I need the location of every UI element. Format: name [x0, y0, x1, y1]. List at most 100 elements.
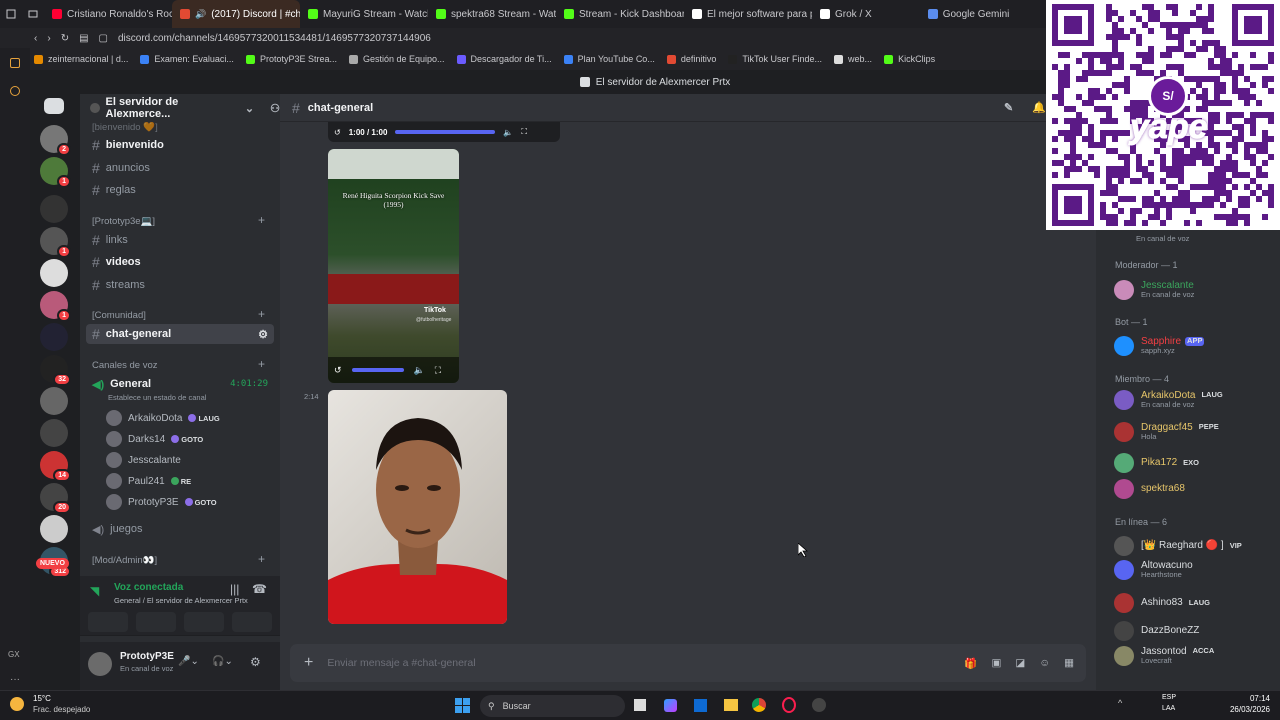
bookmark-item[interactable]: KickClips: [884, 54, 935, 64]
gear-icon[interactable]: ⚙: [258, 328, 268, 341]
server-icon[interactable]: [40, 195, 68, 223]
fullscreen-icon[interactable]: ⛶: [521, 127, 527, 137]
server-icon[interactable]: 1: [40, 291, 71, 322]
taskview-icon[interactable]: [634, 699, 646, 711]
taskbar-search[interactable]: ⚲ Buscar: [480, 695, 625, 717]
category-voice[interactable]: Canales de voz: [92, 360, 157, 371]
reading-icon[interactable]: ▤: [79, 33, 88, 44]
fullscreen-icon[interactable]: ⛶: [435, 365, 441, 376]
bookmark-item[interactable]: Examen: Evaluaci...: [140, 54, 234, 64]
image-attachment[interactable]: [328, 390, 507, 624]
forward-icon[interactable]: ›: [47, 33, 50, 44]
add-channel-icon[interactable]: +: [258, 213, 265, 227]
voice-channel-general[interactable]: ◀) General 4:01:29: [86, 374, 274, 394]
gx-icon[interactable]: GX: [8, 650, 20, 659]
channel-videos[interactable]: # videos: [86, 252, 274, 272]
new-badge[interactable]: NUEVO: [36, 558, 69, 569]
browser-tab[interactable]: Grok / X: [812, 0, 880, 28]
server-icon[interactable]: 2: [40, 125, 71, 156]
bookmark-item[interactable]: Gestión de Equipo...: [348, 54, 445, 64]
browser-tab[interactable]: Stream - Kick Dashboard: [556, 0, 684, 28]
category-prototype[interactable]: [Prototyp3e💻]: [92, 216, 155, 227]
opera-gx-icon[interactable]: [782, 697, 796, 713]
member-item[interactable]: DazzBoneZZ: [1114, 619, 1274, 643]
chevron-up-icon[interactable]: ^: [1118, 698, 1122, 708]
browser-tab[interactable]: Cristiano Ronaldo's Rocke: [44, 0, 172, 28]
server-icon[interactable]: [40, 515, 68, 543]
chrome-icon[interactable]: [752, 698, 766, 712]
add-channel-icon[interactable]: +: [258, 357, 265, 371]
add-channel-icon[interactable]: +: [258, 307, 265, 321]
tab-groups-icon[interactable]: [22, 0, 44, 28]
voice-user[interactable]: ArkaikoDota LAUG: [106, 410, 220, 426]
server-icon[interactable]: [40, 387, 68, 415]
noise-icon[interactable]: |||: [230, 582, 239, 596]
url-field[interactable]: discord.com/channels/1469577320011534481…: [118, 33, 431, 44]
bookmark-item[interactable]: web...: [834, 54, 872, 64]
speaker-icon[interactable]: 🔊: [195, 9, 206, 20]
message-composer[interactable]: + Enviar mensaje a #chat-general 🎁 ▣ ◪ ☺…: [290, 644, 1086, 682]
discord-home-icon[interactable]: [44, 98, 64, 114]
replay-icon[interactable]: ↺: [334, 365, 342, 376]
camera-button[interactable]: [88, 612, 128, 632]
member-item[interactable]: Ashino83 LAUG: [1114, 591, 1274, 615]
bag-icon[interactable]: [10, 58, 20, 68]
channel-chat-general[interactable]: # chat-general ⚙: [86, 324, 274, 344]
voice-user[interactable]: Darks14 GOTO: [106, 431, 203, 447]
member-item[interactable]: Jassontod ACCA Lovecraft: [1114, 644, 1274, 668]
server-icon[interactable]: 1: [40, 227, 71, 258]
volume-slider[interactable]: [351, 368, 404, 372]
history-icon[interactable]: [10, 86, 20, 96]
more-icon[interactable]: ···: [10, 674, 20, 685]
channel-bienvenido[interactable]: # bienvenido: [86, 135, 274, 155]
browser-tab[interactable]: MayuriG Stream - Watch L: [300, 0, 428, 28]
windows-start-icon[interactable]: [455, 698, 470, 713]
avatar[interactable]: [88, 652, 112, 676]
gif-icon[interactable]: ▣: [992, 657, 1002, 670]
gift-icon[interactable]: 🎁: [964, 657, 977, 670]
site-info-icon[interactable]: ▢: [99, 33, 108, 44]
browser-tab[interactable]: Google Gemini: [920, 0, 1018, 28]
server-icon[interactable]: 32: [40, 355, 71, 386]
replay-icon[interactable]: ↺: [334, 128, 341, 137]
channel-status[interactable]: Establece un estado de canal: [108, 393, 206, 402]
server-icon[interactable]: 20: [40, 483, 71, 514]
bell-icon[interactable]: 🔔: [1032, 101, 1046, 114]
emoji-icon[interactable]: ☺: [1039, 657, 1050, 670]
headphones-icon[interactable]: 🎧⌄: [212, 656, 233, 667]
member-item[interactable]: Altowacuno Hearthstone: [1114, 558, 1274, 582]
add-channel-icon[interactable]: +: [258, 552, 265, 566]
activities-button[interactable]: [184, 612, 224, 632]
server-header[interactable]: El servidor de Alexmerce... ⌄ ⚇: [80, 94, 280, 122]
volume-icon[interactable]: 🔈: [414, 365, 425, 376]
member-item[interactable]: Draggacf45 PEPE Hola: [1114, 420, 1274, 444]
add-attachment-icon[interactable]: +: [304, 654, 313, 672]
channel-reglas[interactable]: # reglas: [86, 180, 274, 200]
reload-icon[interactable]: ↻: [61, 33, 69, 44]
channel-anuncios[interactable]: # anuncios: [86, 158, 274, 178]
voice-channel-juegos[interactable]: ◀) juegos: [86, 519, 274, 539]
member-item[interactable]: ArkaikoDota LAUG En canal de voz: [1114, 388, 1274, 412]
bookmark-item[interactable]: definitivo: [666, 54, 716, 64]
back-icon[interactable]: ‹: [34, 33, 37, 44]
channel-streams[interactable]: # streams: [86, 275, 274, 295]
bookmark-item[interactable]: TikTok User Finde...: [728, 54, 822, 64]
video-progress[interactable]: [395, 130, 496, 134]
tiktok-video[interactable]: René Higuita Scorpion Kick Save (1995) T…: [328, 149, 459, 383]
copilot-icon[interactable]: [664, 699, 677, 712]
soundboard-button[interactable]: [232, 612, 272, 632]
weather-icon[interactable]: [10, 697, 24, 711]
server-icon[interactable]: 1: [40, 157, 71, 188]
message-input[interactable]: Enviar mensaje a #chat-general: [327, 657, 475, 669]
settings-gear-icon[interactable]: ⚙: [250, 655, 261, 669]
voice-user[interactable]: PrototyP3E GOTO: [106, 494, 217, 510]
apps-icon[interactable]: ▦: [1064, 657, 1074, 670]
voice-user[interactable]: Jesscalante: [106, 452, 181, 468]
invite-icon[interactable]: ⚇: [270, 102, 280, 115]
category-comunidad[interactable]: [Comunidad]: [92, 310, 146, 321]
app-icon[interactable]: [812, 698, 826, 712]
disconnect-icon[interactable]: ☎: [252, 582, 267, 596]
member-item[interactable]: Sapphire APP sapph.xyz: [1114, 334, 1274, 358]
bookmark-item[interactable]: zeinternacional | d...: [34, 54, 128, 64]
server-icon[interactable]: [40, 323, 68, 351]
